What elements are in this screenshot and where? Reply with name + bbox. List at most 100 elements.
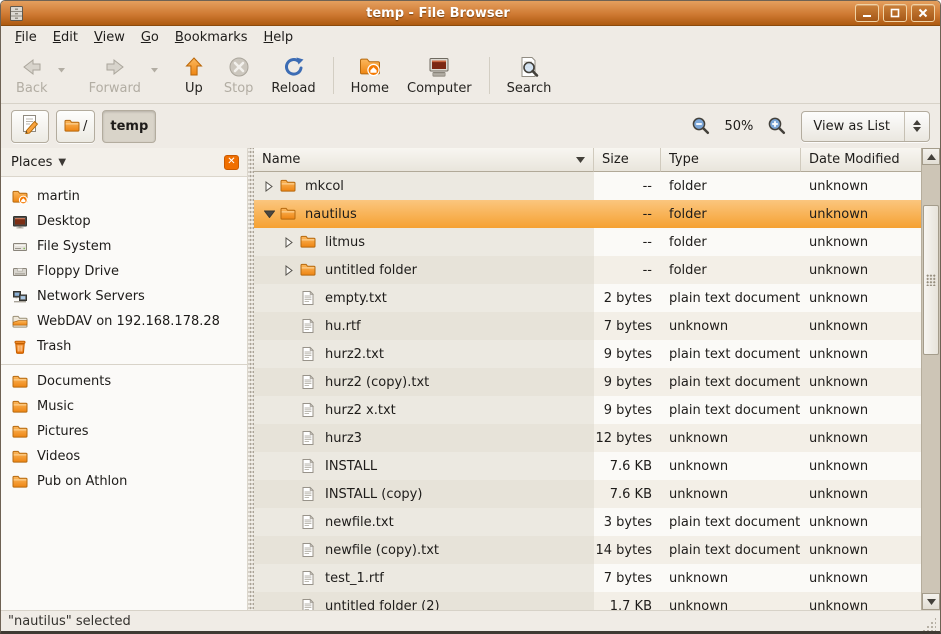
view-mode-combobox[interactable]: View as List	[801, 111, 930, 142]
file-name-cell: hurz2 (copy).txt	[254, 368, 594, 396]
sidebar-item-webdav-on-192-168-178-28[interactable]: WebDAV on 192.168.178.28	[1, 309, 247, 334]
scrollbar-trough[interactable]	[922, 165, 940, 593]
sidebar-item-desktop[interactable]: Desktop	[1, 209, 247, 234]
folder-icon	[12, 399, 28, 415]
text-file-icon	[300, 430, 316, 446]
up-button[interactable]: Up	[173, 51, 215, 100]
close-button[interactable]	[911, 4, 935, 22]
search-icon	[517, 55, 541, 79]
file-row-newfile-txt[interactable]: newfile.txt3 bytesplain text documentunk…	[254, 508, 921, 536]
file-size: 14 bytes	[594, 536, 661, 564]
sidebar-close-button[interactable]: ✕	[224, 155, 239, 170]
sidebar-item-file-system[interactable]: File System	[1, 234, 247, 259]
expander-closed-icon[interactable]	[282, 237, 296, 248]
chevron-up-icon	[913, 120, 921, 125]
expander-open-icon[interactable]	[262, 210, 276, 218]
sidebar-item-pictures[interactable]: Pictures	[1, 419, 247, 444]
window-app-icon	[8, 5, 25, 22]
column-header-size[interactable]: Size	[594, 148, 661, 172]
file-row-nautilus[interactable]: nautilus--folderunknown	[254, 200, 921, 228]
menu-file[interactable]: File	[7, 28, 45, 47]
edit-location-button[interactable]	[11, 110, 49, 143]
file-row-test-1-rtf[interactable]: test_1.rtf7 bytesunknownunknown	[254, 564, 921, 592]
sidebar-item-trash[interactable]: Trash	[1, 334, 247, 359]
column-header-name[interactable]: Name	[254, 148, 594, 172]
reload-button[interactable]: Reload	[262, 51, 324, 100]
column-header-date[interactable]: Date Modified	[801, 148, 921, 172]
zoom-in-button[interactable]	[766, 115, 788, 137]
file-row-newfile-copy-txt[interactable]: newfile (copy).txt14 bytesplain text doc…	[254, 536, 921, 564]
up-arrow-icon	[182, 55, 206, 79]
root-folder-button[interactable]: /	[56, 110, 95, 143]
chevron-down-icon	[913, 127, 921, 132]
file-row-hurz2-copy-txt[interactable]: hurz2 (copy).txt9 bytesplain text docume…	[254, 368, 921, 396]
menu-view[interactable]: View	[86, 28, 133, 47]
expander-closed-icon[interactable]	[262, 181, 276, 192]
forward-history-dropdown[interactable]	[150, 51, 163, 100]
file-date: unknown	[801, 480, 921, 508]
zoom-out-button[interactable]	[690, 115, 712, 137]
file-size: 9 bytes	[594, 396, 661, 424]
sidebar-item-network-servers[interactable]: Network Servers	[1, 284, 247, 309]
file-date: unknown	[801, 508, 921, 536]
menu-bookmarks[interactable]: Bookmarks	[167, 28, 256, 47]
file-row-empty-txt[interactable]: empty.txt2 bytesplain text documentunkno…	[254, 284, 921, 312]
home-button[interactable]: Home	[342, 51, 398, 100]
sidebar-item-pub-on-athlon[interactable]: Pub on Athlon	[1, 469, 247, 494]
file-row-untitled-folder-2[interactable]: untitled folder (2)1.7 KBunknownunknown	[254, 592, 921, 610]
file-size: 7.6 KB	[594, 452, 661, 480]
minimize-icon	[862, 8, 872, 18]
titlebar[interactable]: temp - File Browser	[1, 1, 940, 26]
home-folder-icon	[12, 189, 28, 205]
pane-splitter[interactable]	[247, 148, 254, 610]
sidebar-item-documents[interactable]: Documents	[1, 369, 247, 394]
scroll-up-button[interactable]	[922, 148, 940, 165]
file-size: --	[594, 172, 661, 200]
file-row-mkcol[interactable]: mkcol--folderunknown	[254, 172, 921, 200]
file-row-hurz3[interactable]: hurz312 bytesunknownunknown	[254, 424, 921, 452]
current-folder-button[interactable]: temp	[102, 110, 156, 143]
file-row-litmus[interactable]: litmus--folderunknown	[254, 228, 921, 256]
file-row-hurz2-x-txt[interactable]: hurz2 x.txt9 bytesplain text documentunk…	[254, 396, 921, 424]
zoom-level: 50%	[725, 119, 754, 134]
stop-button[interactable]: Stop	[215, 51, 263, 100]
minimize-button[interactable]	[855, 4, 879, 22]
scroll-down-button[interactable]	[922, 593, 940, 610]
resize-grip[interactable]	[922, 617, 936, 631]
file-row-hurz2-txt[interactable]: hurz2.txt9 bytesplain text documentunkno…	[254, 340, 921, 368]
file-name-cell: untitled folder	[254, 256, 594, 284]
file-row-hu-rtf[interactable]: hu.rtf7 bytesunknownunknown	[254, 312, 921, 340]
sort-descending-icon	[576, 157, 585, 163]
sidebar-item-martin[interactable]: martin	[1, 184, 247, 209]
file-type: folder	[661, 256, 801, 284]
menu-go[interactable]: Go	[133, 28, 167, 47]
computer-button[interactable]: Computer	[398, 51, 481, 100]
places-dropdown[interactable]: Places	[11, 155, 52, 170]
back-button[interactable]: Back	[7, 51, 57, 100]
maximize-button[interactable]	[883, 4, 907, 22]
forward-button[interactable]: Forward	[80, 51, 150, 100]
file-size: 9 bytes	[594, 368, 661, 396]
back-history-dropdown[interactable]	[57, 51, 70, 100]
sidebar-list: martinDesktopFile SystemFloppy DriveNetw…	[1, 177, 247, 494]
expander-closed-icon[interactable]	[282, 265, 296, 276]
search-button[interactable]: Search	[498, 51, 561, 100]
close-icon	[918, 8, 928, 18]
vertical-scrollbar[interactable]	[921, 148, 940, 610]
places-caret-icon[interactable]: ▼	[58, 157, 66, 168]
column-header-type[interactable]: Type	[661, 148, 801, 172]
file-row-install-copy[interactable]: INSTALL (copy)7.6 KBunknownunknown	[254, 480, 921, 508]
menu-help[interactable]: Help	[256, 28, 302, 47]
file-date: unknown	[801, 368, 921, 396]
file-browser-window: temp - File Browser File Edit View Go Bo…	[0, 0, 941, 634]
text-file-icon	[300, 346, 316, 362]
column-size-label: Size	[602, 152, 629, 167]
file-row-install[interactable]: INSTALL7.6 KBunknownunknown	[254, 452, 921, 480]
sidebar-item-videos[interactable]: Videos	[1, 444, 247, 469]
file-name: test_1.rtf	[325, 571, 384, 586]
scrollbar-thumb[interactable]	[923, 205, 939, 355]
menu-edit[interactable]: Edit	[45, 28, 86, 47]
file-row-untitled-folder[interactable]: untitled folder--folderunknown	[254, 256, 921, 284]
sidebar-item-music[interactable]: Music	[1, 394, 247, 419]
sidebar-item-floppy-drive[interactable]: Floppy Drive	[1, 259, 247, 284]
